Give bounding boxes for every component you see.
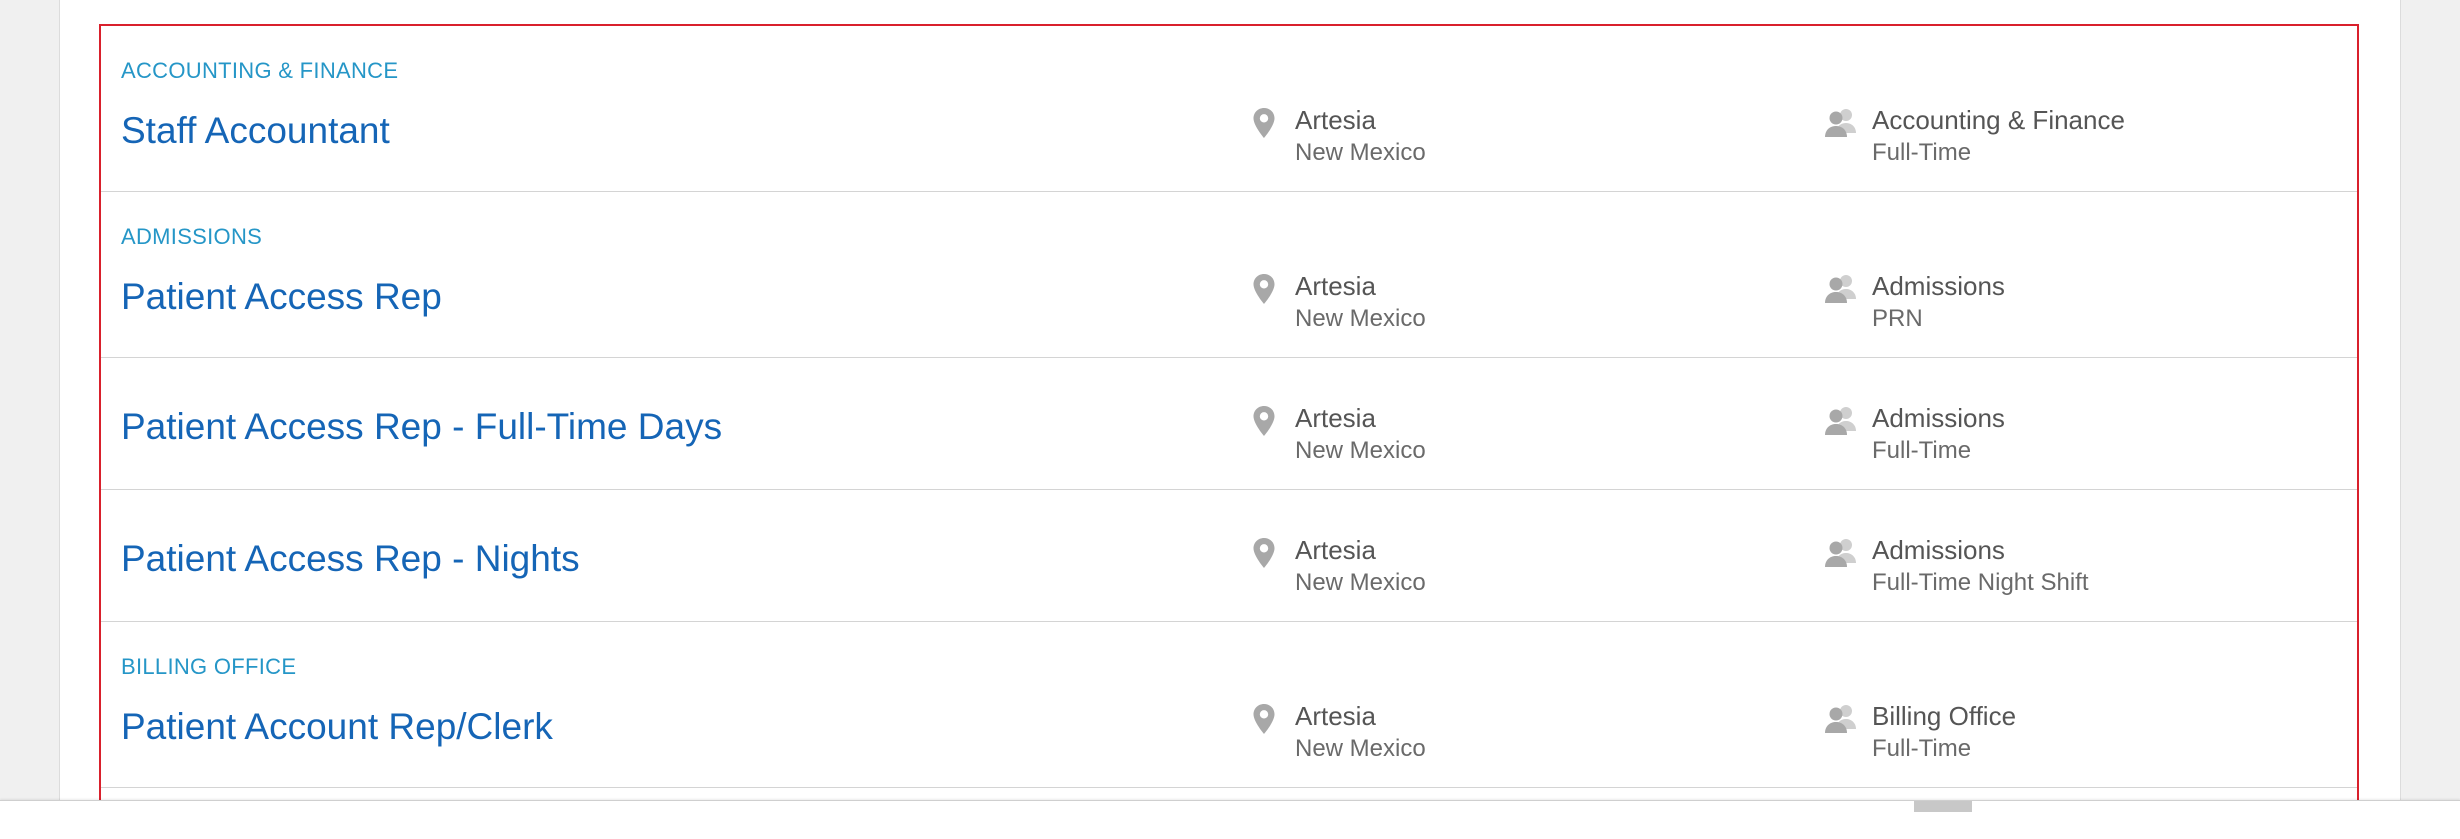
scrollbar-thumb[interactable] xyxy=(1914,801,1972,812)
job-title-link[interactable]: Staff Accountant xyxy=(121,110,390,152)
job-location: Artesia New Mexico xyxy=(1247,270,1426,334)
job-title-link[interactable]: Patient Access Rep xyxy=(121,276,442,318)
job-schedule: Full-Time Night Shift xyxy=(1872,569,2089,596)
category-heading: ADMISSIONS xyxy=(121,224,263,249)
job-state: New Mexico xyxy=(1295,735,1426,762)
job-title-link[interactable]: Patient Account Rep/Clerk xyxy=(121,706,553,748)
job-state: New Mexico xyxy=(1295,305,1426,332)
job-department: Admissions PRN xyxy=(1824,270,2005,334)
category-heading: BILLING OFFICE xyxy=(121,654,297,679)
job-title-link[interactable]: Patient Access Rep - Nights xyxy=(121,538,580,580)
job-department: Admissions Full-Time Night Shift xyxy=(1824,534,2089,598)
people-icon xyxy=(1825,275,1856,303)
job-department: Billing Office Full-Time xyxy=(1824,700,2016,764)
people-icon xyxy=(1825,109,1856,137)
job-row: BILLING OFFICE Patient Account Rep/Clerk… xyxy=(101,622,2357,788)
job-city: Artesia xyxy=(1295,105,1376,135)
job-list: ACCOUNTING & FINANCE Staff Accountant Ar… xyxy=(99,24,2359,810)
job-row: ACCOUNTING & FINANCE Staff Accountant Ar… xyxy=(101,26,2357,192)
job-city: Artesia xyxy=(1295,701,1376,731)
people-icon xyxy=(1825,407,1856,435)
job-department-name: Admissions xyxy=(1872,403,2005,433)
job-schedule: Full-Time xyxy=(1872,139,1972,166)
map-pin-icon xyxy=(1253,538,1275,568)
map-pin-icon xyxy=(1253,274,1275,304)
job-department: Accounting & Finance Full-Time xyxy=(1824,104,2125,168)
job-schedule: PRN xyxy=(1872,305,1923,332)
category-heading: ACCOUNTING & FINANCE xyxy=(121,58,399,83)
job-department: Admissions Full-Time xyxy=(1824,402,2005,466)
job-row: ADMISSIONS Patient Access Rep Artesia Ne… xyxy=(101,192,2357,358)
job-state: New Mexico xyxy=(1295,569,1426,596)
job-row: Patient Access Rep - Nights Artesia New … xyxy=(101,490,2357,622)
job-state: New Mexico xyxy=(1295,139,1426,166)
job-department-name: Billing Office xyxy=(1872,701,2017,731)
map-pin-icon xyxy=(1253,108,1275,138)
job-department-name: Admissions xyxy=(1872,535,2005,565)
job-location: Artesia New Mexico xyxy=(1247,700,1426,764)
people-icon xyxy=(1825,705,1856,733)
job-department-name: Admissions xyxy=(1872,271,2005,301)
job-row: Patient Access Rep - Full-Time Days Arte… xyxy=(101,358,2357,490)
job-title-link[interactable]: Patient Access Rep - Full-Time Days xyxy=(121,406,722,448)
map-pin-icon xyxy=(1253,406,1275,436)
job-city: Artesia xyxy=(1295,403,1376,433)
job-location: Artesia New Mexico xyxy=(1247,104,1426,168)
job-location: Artesia New Mexico xyxy=(1247,534,1426,598)
job-department-name: Accounting & Finance xyxy=(1872,105,2125,135)
job-schedule: Full-Time xyxy=(1872,437,1972,464)
bottom-scrollbar-track xyxy=(0,800,2460,839)
job-state: New Mexico xyxy=(1295,437,1426,464)
job-schedule: Full-Time xyxy=(1872,735,1972,762)
job-city: Artesia xyxy=(1295,535,1376,565)
job-location: Artesia New Mexico xyxy=(1247,402,1426,466)
people-icon xyxy=(1825,539,1856,567)
job-city: Artesia xyxy=(1295,271,1376,301)
map-pin-icon xyxy=(1253,704,1275,734)
